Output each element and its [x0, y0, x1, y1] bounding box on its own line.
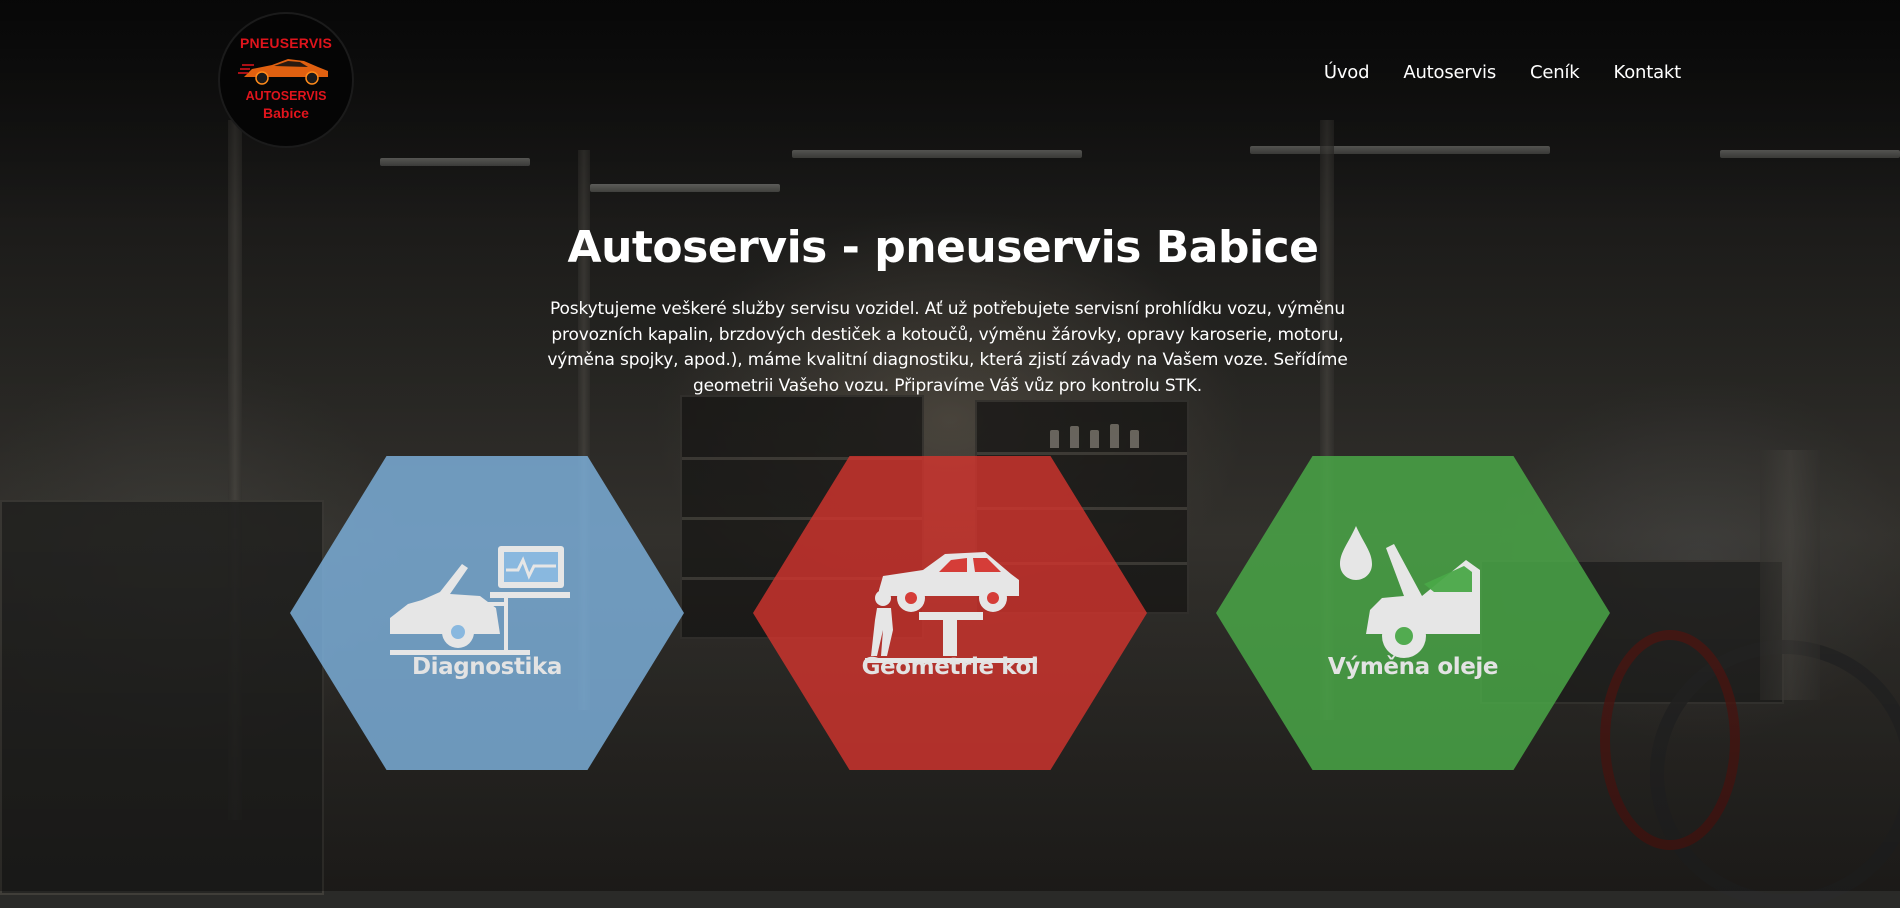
service-label: Diagnostika	[411, 654, 563, 680]
site-logo[interactable]: PNEUSERVIS AUTOSERVIS Babice	[218, 12, 354, 148]
page-title: Autoservis - pneuservis Babice	[567, 222, 1319, 273]
intro-paragraph: Poskytujeme veškeré služby servisu vozid…	[547, 299, 1348, 396]
nav-link-cenik[interactable]: Ceník	[1530, 62, 1580, 83]
logo-text-bottom: Babice	[263, 105, 309, 121]
service-label: Geometrie kol	[861, 654, 1039, 680]
car-lift-icon	[865, 552, 1037, 663]
nav-link-autoservis[interactable]: Autoservis	[1403, 62, 1496, 83]
service-label: Výměna oleje	[1327, 654, 1499, 680]
nav-link-uvod[interactable]: Úvod	[1324, 62, 1370, 83]
sports-car-icon	[238, 59, 328, 85]
nav-link-kontakt[interactable]: Kontakt	[1614, 62, 1682, 83]
logo-text-top: PNEUSERVIS	[240, 35, 332, 51]
car-diagnostics-icon	[390, 546, 570, 655]
main-nav: Úvod Autoservis Ceník Kontakt	[1324, 62, 1681, 83]
logo-text-middle: AUTOSERVIS	[245, 89, 327, 103]
oil-change-icon	[1340, 526, 1480, 658]
